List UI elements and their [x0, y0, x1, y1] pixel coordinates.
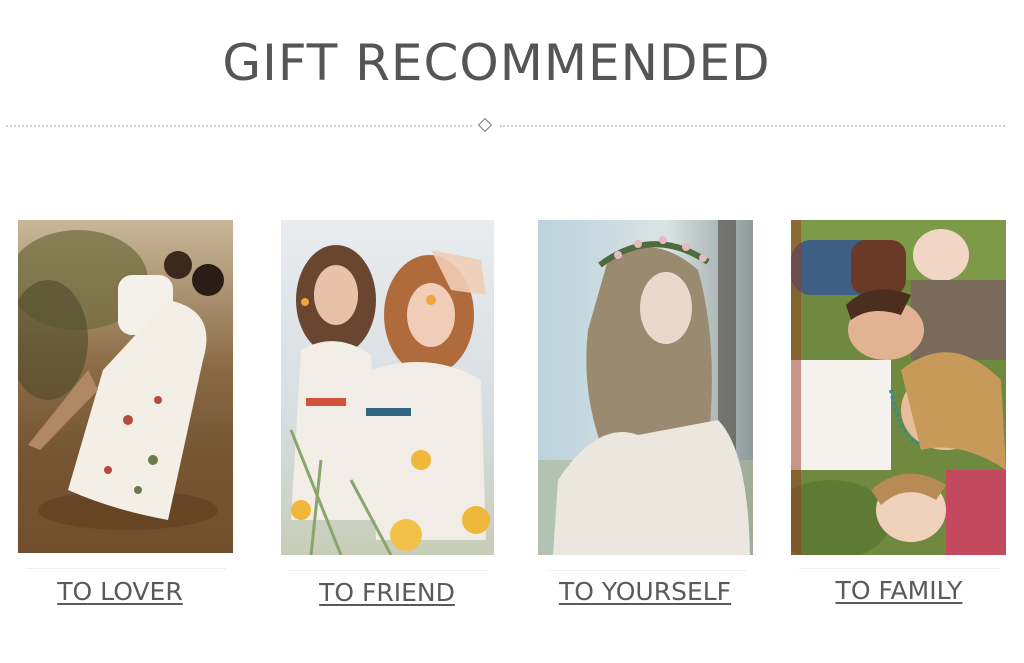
to-lover-link[interactable]: TO LOVER: [0, 577, 250, 606]
to-family-link[interactable]: TO FAMILY: [769, 576, 1024, 605]
card-divider: [546, 570, 746, 571]
couple-on-beach-photo[interactable]: [18, 220, 233, 553]
section-title: GIFT RECOMMENDED: [222, 34, 771, 92]
diamond-icon: [477, 117, 493, 133]
family-lying-on-grass-photo[interactable]: [791, 220, 1006, 555]
two-women-with-flowers-photo[interactable]: [281, 220, 494, 555]
divider-right: [500, 125, 1005, 127]
to-yourself-link[interactable]: TO YOURSELF: [515, 577, 775, 606]
divider-left: [6, 125, 472, 127]
card-divider: [26, 568, 226, 569]
to-friend-link[interactable]: TO FRIEND: [257, 578, 517, 607]
card-divider: [289, 570, 487, 571]
card-divider: [799, 568, 999, 569]
woman-with-flower-crown-photo[interactable]: [538, 220, 753, 555]
